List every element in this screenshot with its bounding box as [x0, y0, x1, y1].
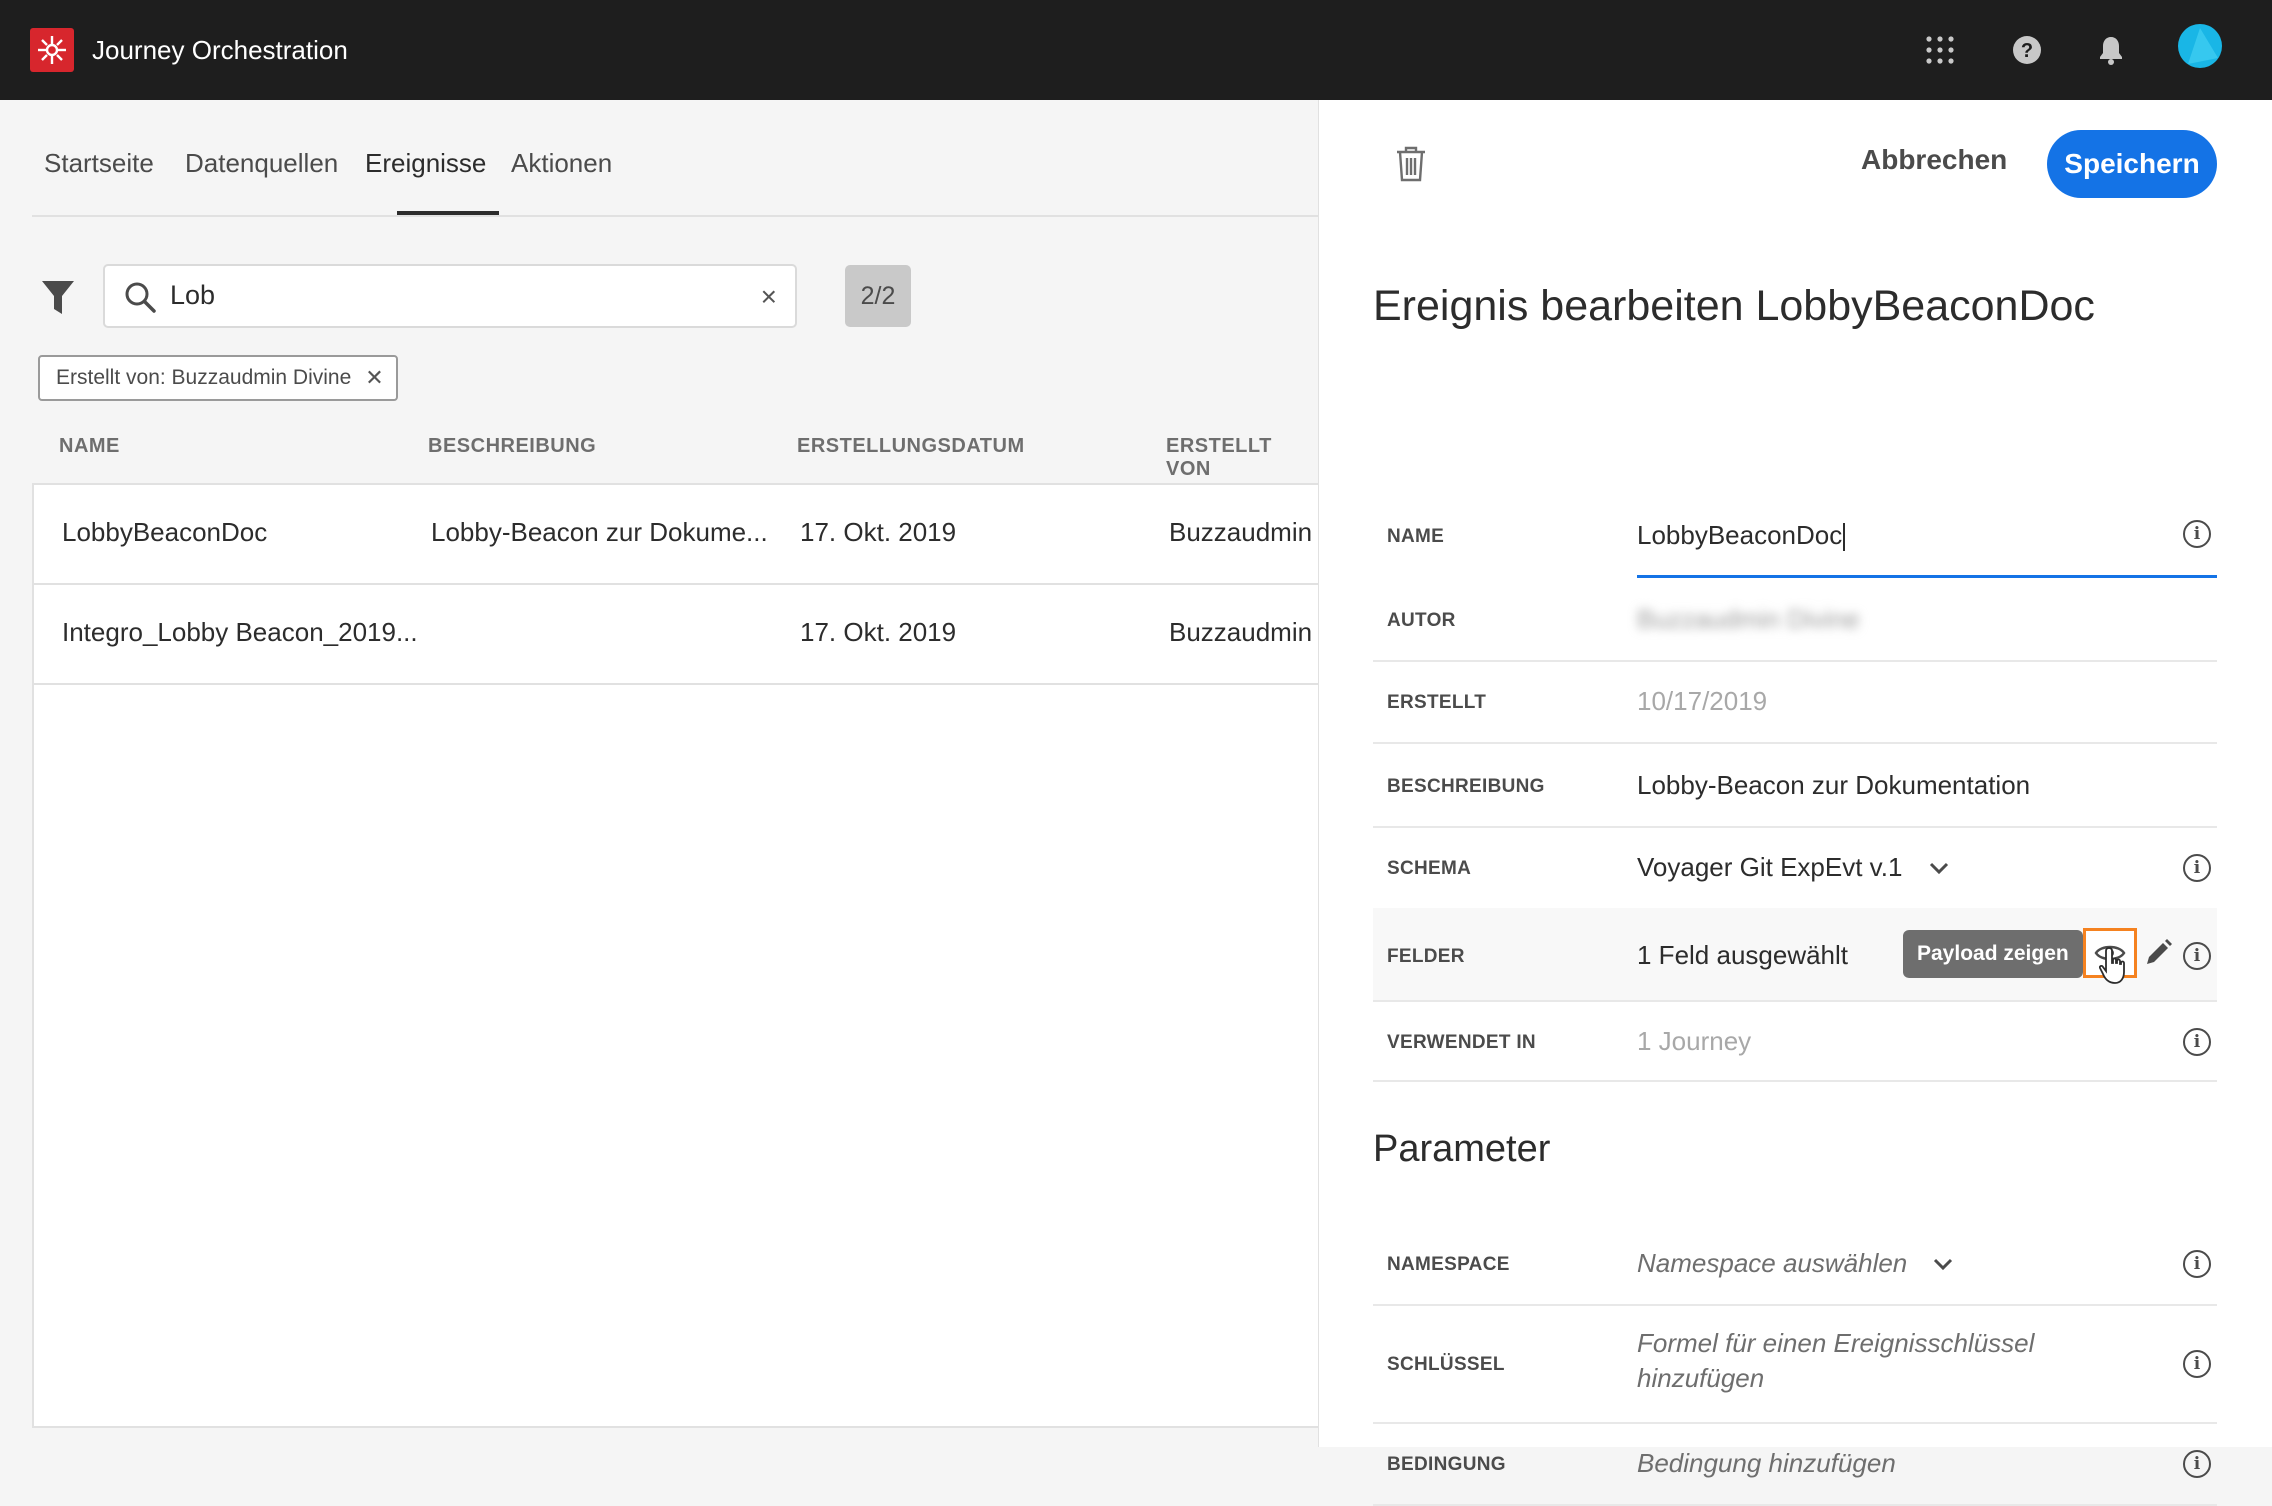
info-icon[interactable]: i: [2183, 1028, 2211, 1056]
cell-created: 17. Okt. 2019: [800, 617, 957, 647]
events-list-area: Startseite Datenquellen Ereignisse Aktio…: [0, 100, 1344, 1447]
panel-title: Ereignis bearbeiten LobbyBeaconDoc: [1373, 282, 2095, 330]
app-title: Journey Orchestration: [92, 35, 348, 65]
tab-startseite[interactable]: Startseite: [44, 148, 154, 179]
help-icon[interactable]: ?: [2003, 26, 2051, 74]
schema-select[interactable]: Voyager Git ExpEvt v.1: [1637, 852, 1902, 883]
column-header-created[interactable]: ERSTELLUNGSDATUM: [797, 435, 1025, 458]
search-input[interactable]: Lob: [170, 280, 215, 311]
tab-aktionen[interactable]: Aktionen: [511, 148, 612, 179]
used-in-value[interactable]: 1 Journey: [1637, 1026, 1751, 1057]
field-label: VERWENDET IN: [1387, 1032, 1536, 1053]
active-tab-indicator: [397, 211, 499, 215]
field-label: AUTOR: [1387, 610, 1456, 631]
field-row-author: AUTOR Buzzaudmin Divine: [1373, 576, 2217, 662]
clear-search-icon[interactable]: ×: [761, 282, 777, 312]
created-value: 10/17/2019: [1637, 686, 1768, 716]
column-header-author[interactable]: ERSTELLT VON: [1166, 435, 1318, 481]
author-value: Buzzaudmin Divine: [1637, 604, 1860, 634]
column-header-name[interactable]: NAME: [59, 435, 120, 458]
bell-icon[interactable]: [2087, 26, 2135, 74]
tab-datenquellen[interactable]: Datenquellen: [185, 148, 338, 179]
avatar[interactable]: [2178, 24, 2222, 68]
field-label: NAMESPACE: [1387, 1254, 1510, 1275]
hand-cursor-icon: [2099, 947, 2125, 984]
field-row-namespace: NAMESPACE Namespace auswählen i: [1373, 1220, 2217, 1306]
field-row-used-in: VERWENDET IN 1 Journey i: [1373, 1000, 2217, 1082]
nav-tabs: Startseite Datenquellen Ereignisse Aktio…: [32, 100, 1332, 217]
field-row-created: ERSTELLT 10/17/2019: [1373, 660, 2217, 744]
apps-grid-icon[interactable]: [1916, 26, 1964, 74]
save-button[interactable]: Speichern: [2047, 130, 2217, 198]
table-row[interactable]: LobbyBeaconDoc Lobby-Beacon zur Dokume..…: [34, 485, 1344, 585]
edit-pencil-icon[interactable]: [2143, 938, 2173, 968]
info-icon[interactable]: i: [2183, 942, 2211, 970]
cell-description: Lobby-Beacon zur Dokume...: [431, 517, 768, 547]
column-header-description[interactable]: BESCHREIBUNG: [428, 435, 596, 458]
svg-text:?: ?: [2021, 40, 2033, 62]
field-label: NAME: [1387, 526, 1445, 547]
parameters-title: Parameter: [1373, 1128, 1551, 1170]
info-icon[interactable]: i: [2183, 520, 2211, 548]
cell-name: Integro_Lobby Beacon_2019...: [62, 617, 418, 647]
key-formula-input[interactable]: Formel für einen Ereignisschlüssel hinzu…: [1637, 1326, 2034, 1396]
field-row-key: SCHLÜSSEL Formel für einen Ereignisschlü…: [1373, 1304, 2217, 1424]
fields-value: 1 Feld ausgewählt: [1637, 940, 1849, 970]
remove-filter-icon[interactable]: ✕: [365, 365, 383, 391]
cancel-button[interactable]: Abbrechen: [1861, 144, 2007, 176]
info-icon[interactable]: i: [2183, 1250, 2211, 1278]
chevron-down-icon[interactable]: [1933, 1258, 1953, 1272]
filter-chip-label: Erstellt von: Buzzaudmin Divine: [56, 366, 352, 389]
table-row[interactable]: Integro_Lobby Beacon_2019... 17. Okt. 20…: [34, 585, 1344, 685]
journey-orchestration-logo-icon[interactable]: [30, 28, 74, 72]
trash-icon[interactable]: [1393, 144, 1429, 184]
field-row-name: NAME LobbyBeaconDoc i: [1373, 480, 2217, 578]
namespace-select[interactable]: Namespace auswählen: [1637, 1248, 1907, 1279]
filter-chip[interactable]: Erstellt von: Buzzaudmin Divine ✕: [38, 355, 398, 401]
payload-tooltip: Payload zeigen: [1903, 930, 2093, 978]
field-label: BESCHREIBUNG: [1387, 776, 1545, 797]
condition-input[interactable]: Bedingung hinzufügen: [1637, 1448, 1896, 1479]
field-row-schema: SCHEMA Voyager Git ExpEvt v.1 i: [1373, 826, 2217, 910]
field-row-condition: BEDINGUNG Bedingung hinzufügen i: [1373, 1422, 2217, 1506]
field-label: FELDER: [1387, 946, 1465, 967]
name-input[interactable]: LobbyBeaconDoc: [1637, 520, 1846, 552]
filter-icon[interactable]: [40, 278, 76, 318]
info-icon[interactable]: i: [2183, 854, 2211, 882]
cell-created: 17. Okt. 2019: [800, 517, 957, 547]
result-count-badge: 2/2: [845, 265, 911, 327]
info-icon[interactable]: i: [2183, 1350, 2211, 1378]
top-bar: Journey Orchestration ?: [0, 0, 2272, 100]
tab-ereignisse[interactable]: Ereignisse: [365, 148, 486, 179]
field-label: SCHLÜSSEL: [1387, 1354, 1505, 1375]
description-input[interactable]: Lobby-Beacon zur Dokumentation: [1637, 770, 2030, 801]
search-field[interactable]: Lob ×: [103, 264, 797, 328]
search-icon: [125, 282, 156, 313]
field-label: ERSTELLT: [1387, 692, 1487, 713]
events-table: LobbyBeaconDoc Lobby-Beacon zur Dokume..…: [32, 483, 1344, 1428]
info-icon[interactable]: i: [2183, 1450, 2211, 1478]
edit-event-panel: Abbrechen Speichern Ereignis bearbeiten …: [1318, 100, 2272, 1506]
cell-name: LobbyBeaconDoc: [62, 517, 268, 547]
field-label: BEDINGUNG: [1387, 1454, 1506, 1475]
field-row-description: BESCHREIBUNG Lobby-Beacon zur Dokumentat…: [1373, 742, 2217, 828]
field-label: SCHEMA: [1387, 858, 1472, 879]
chevron-down-icon[interactable]: [1929, 862, 1949, 876]
